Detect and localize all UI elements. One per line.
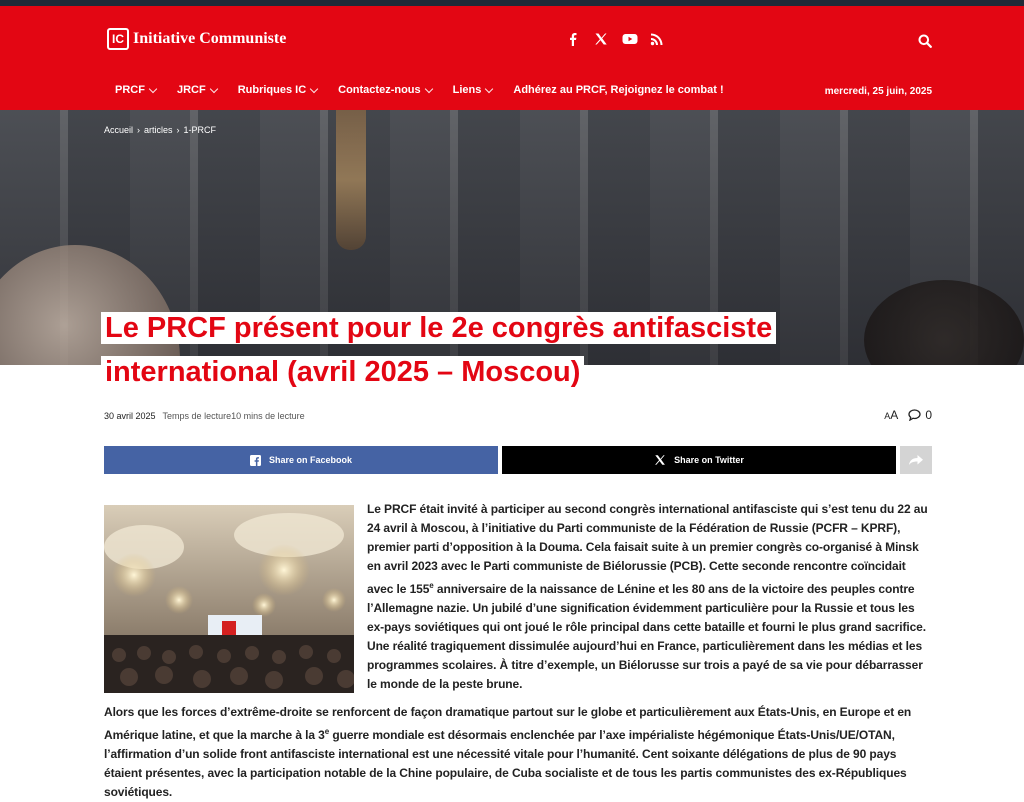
article-paragraph-2: Alors que les forces d’extrême-droite se… [104,705,912,799]
nav-item-rubriques[interactable]: Rubriques IC [238,84,319,96]
nav-item-jrcf[interactable]: JRCF [177,84,218,96]
article-meta: 30 avril 2025 Temps de lecture10 mins de… [104,411,305,421]
main-nav: PRCF JRCF Rubriques IC Contactez-nous Li… [115,84,745,96]
share-icon [909,455,923,465]
share-facebook-button[interactable]: Share on Facebook [104,446,498,474]
chevron-down-icon [309,84,319,93]
comment-icon [908,409,921,421]
chevron-down-icon [148,84,158,93]
article-photo[interactable] [104,505,354,693]
facebook-icon[interactable] [566,32,580,46]
logo-text: Initiative Communiste [133,30,287,47]
share-twitter-button[interactable]: Share on Twitter [502,446,896,474]
publish-date: 30 avril 2025 [104,411,156,421]
x-icon [655,455,665,465]
font-size-large: A [890,408,899,422]
chevron-down-icon [485,84,494,93]
comment-count: 0 [925,408,932,422]
article-tools: AA 0 [884,408,932,422]
hero-chandelier [336,110,366,250]
facebook-icon [249,454,261,466]
congress-hall-photo [104,505,354,693]
search-icon[interactable] [918,34,934,50]
nav-item-contact[interactable]: Contactez-nous [338,84,433,96]
current-date: mercredi, 25 juin, 2025 [824,86,932,97]
chevron-down-icon [424,84,433,93]
share-facebook-label: Share on Facebook [268,455,353,465]
rss-icon[interactable] [650,32,664,46]
page-title-text: Le PRCF présent pour le 2e congrès antif… [101,312,777,388]
nav-item-adherez[interactable]: Adhérez au PRCF, Rejoignez le combat ! [513,84,723,96]
breadcrumb-separator: › [137,125,141,135]
logo-mark: IC [107,28,129,50]
font-size-toggle[interactable]: AA [884,408,898,422]
breadcrumb-separator: › [176,125,180,135]
hero-person-right [864,280,1024,365]
page-title: Le PRCF présent pour le 2e congrès antif… [101,307,821,394]
breadcrumb-articles[interactable]: articles [144,125,173,135]
breadcrumb-home[interactable]: Accueil [104,125,133,135]
share-more-button[interactable] [900,446,932,474]
comments-link[interactable]: 0 [908,408,932,422]
reading-time: Temps de lecture10 mins de lecture [162,411,305,421]
breadcrumb: Accueil › articles › 1-PRCF [104,125,216,135]
youtube-icon[interactable] [622,32,638,46]
social-links [566,32,664,46]
site-logo[interactable]: IC Initiative Communiste [107,28,286,50]
x-icon[interactable] [594,32,608,46]
site-header: IC Initiative Communiste PRCF JRCF Rubri… [0,6,1024,110]
nav-item-liens[interactable]: Liens [453,84,494,96]
nav-item-prcf[interactable]: PRCF [115,84,158,96]
share-twitter-label: Share on Twitter [674,455,744,465]
breadcrumb-category[interactable]: 1-PRCF [184,125,217,135]
article-paragraph-1: Le PRCF était invité à participer au sec… [367,502,928,691]
chevron-down-icon [209,84,218,93]
